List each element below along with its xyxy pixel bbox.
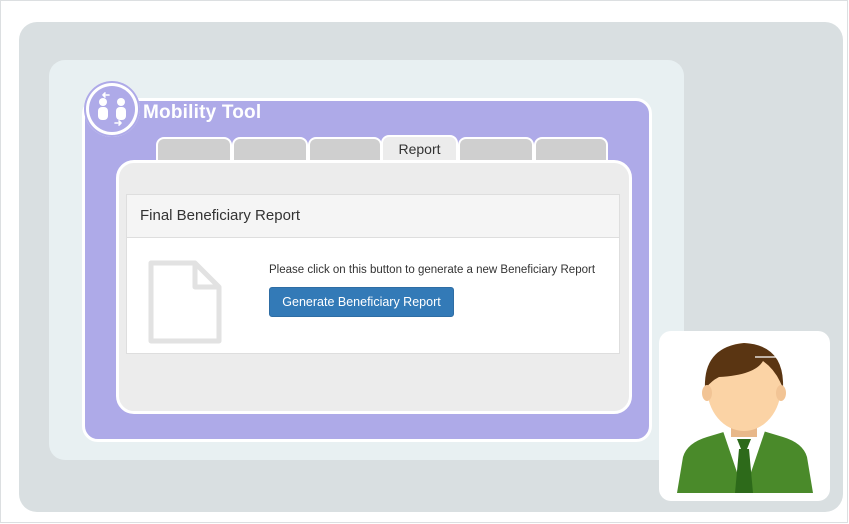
avatar-card [659, 331, 830, 501]
report-panel-header: Final Beneficiary Report [127, 195, 619, 238]
instruction-text: Please click on this button to generate … [269, 264, 596, 276]
report-panel: Final Beneficiary Report Please click on… [126, 194, 620, 354]
report-panel-title: Final Beneficiary Report [140, 207, 301, 224]
app-title: Mobility Tool [143, 102, 262, 123]
people-exchange-icon [89, 86, 135, 132]
generate-beneficiary-report-button[interactable]: Generate Beneficiary Report [269, 287, 454, 317]
document-icon [147, 259, 223, 350]
user-avatar-icon [677, 343, 813, 493]
app-logo [84, 81, 140, 137]
